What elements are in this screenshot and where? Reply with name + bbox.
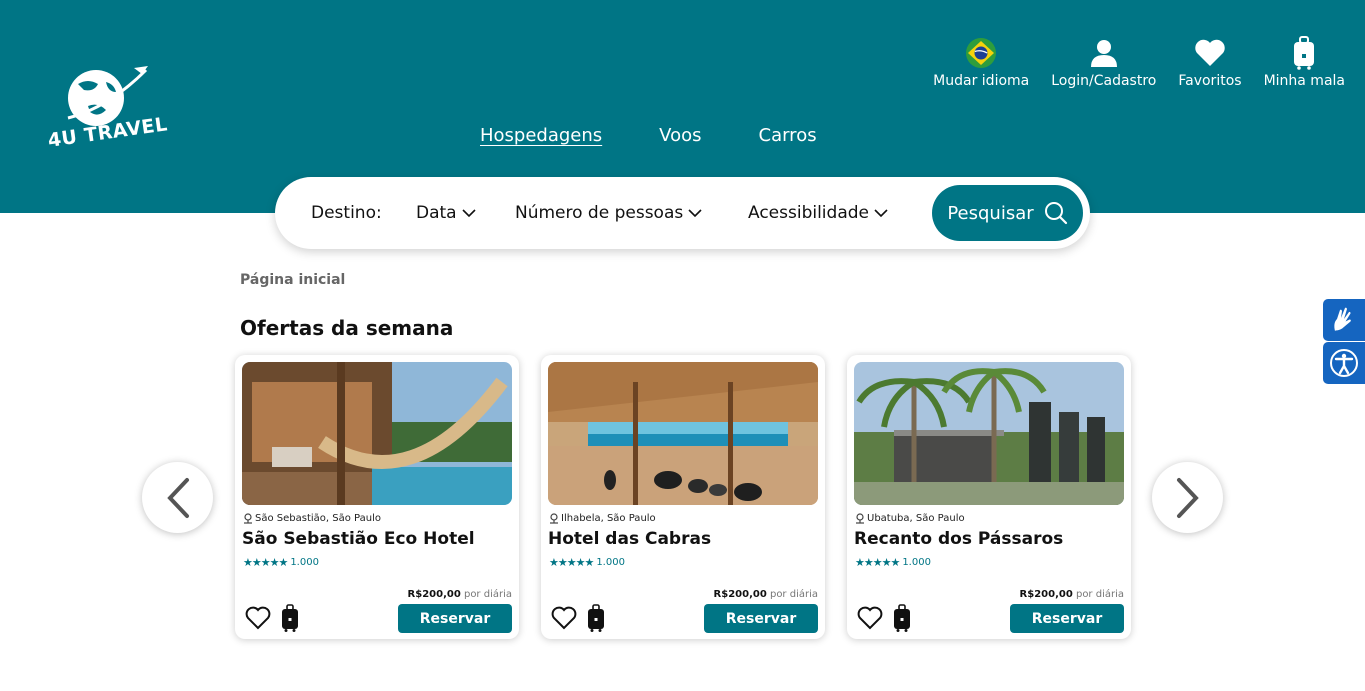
my-luggage-button[interactable]: Minha mala xyxy=(1264,36,1345,89)
accessibility-icon xyxy=(1330,349,1358,377)
brazil-flag-icon xyxy=(966,38,997,68)
date-label: Data xyxy=(416,203,457,223)
hotel-card: Ilhabela, São Paulo Hotel das Cabras ★★★… xyxy=(541,355,825,639)
favorites-button[interactable]: Favoritos xyxy=(1178,36,1242,89)
rating-count: 1.000 xyxy=(290,557,319,568)
luggage-icon xyxy=(1294,36,1315,70)
star-rating-icon: ★★★★★ xyxy=(855,556,900,569)
rating-count: 1.000 xyxy=(596,557,625,568)
price-value: R$200,00 xyxy=(1019,589,1073,600)
people-dropdown[interactable]: Número de pessoas xyxy=(515,177,702,249)
nav-carros[interactable]: Carros xyxy=(759,125,817,146)
sign-language-button[interactable] xyxy=(1323,299,1365,341)
hotel-image[interactable] xyxy=(242,362,512,505)
hotel-rating: ★★★★★ 1.000 xyxy=(855,556,931,569)
card-actions xyxy=(551,604,605,632)
section-title: Ofertas da semana xyxy=(240,316,454,340)
login-button[interactable]: Login/Cadastro xyxy=(1051,36,1156,89)
change-language-label: Mudar idioma xyxy=(933,73,1030,89)
destination-field[interactable]: Destino: xyxy=(311,177,382,249)
star-rating-icon: ★★★★★ xyxy=(549,556,594,569)
location-pin-icon xyxy=(550,513,558,524)
add-to-luggage-icon[interactable] xyxy=(281,604,299,632)
search-button-label: Pesquisar xyxy=(947,202,1034,224)
hotel-name[interactable]: São Sebastião Eco Hotel xyxy=(242,529,475,549)
hotel-location: Ubatuba, São Paulo xyxy=(855,513,965,524)
sign-language-icon xyxy=(1334,307,1351,331)
hotel-location-text: Ilhabela, São Paulo xyxy=(561,513,656,524)
price-period: por diária xyxy=(769,589,818,600)
hotel-name[interactable]: Hotel das Cabras xyxy=(548,529,711,549)
hotel-price: R$200,00 por diária xyxy=(408,589,512,600)
hotel-name[interactable]: Recanto dos Pássaros xyxy=(854,529,1063,549)
search-bar: Destino: Data Número de pessoas Acessibi… xyxy=(275,177,1090,249)
hotel-image[interactable] xyxy=(548,362,818,505)
user-icon xyxy=(1090,40,1117,67)
reserve-button[interactable]: Reservar xyxy=(704,604,818,633)
people-label: Número de pessoas xyxy=(515,203,684,223)
accessibility-label: Acessibilidade xyxy=(748,203,869,223)
hotel-location: São Sebastião, São Paulo xyxy=(243,513,381,524)
change-language-button[interactable]: Mudar idioma xyxy=(933,36,1029,89)
favorite-heart-icon[interactable] xyxy=(857,606,883,630)
reserve-button[interactable]: Reservar xyxy=(1010,604,1124,633)
heart-icon xyxy=(1195,39,1225,66)
top-actions: Mudar idioma Login/Cadastro Favoritos Mi… xyxy=(933,36,1345,89)
chevron-down-icon xyxy=(462,208,476,217)
hotel-location-text: São Sebastião, São Paulo xyxy=(255,513,381,524)
carousel-prev-button[interactable] xyxy=(142,462,213,533)
card-actions xyxy=(245,604,299,632)
brand-logo[interactable]: 4U TRAVEL xyxy=(46,62,169,162)
location-pin-icon xyxy=(244,513,252,524)
chevron-down-icon xyxy=(874,208,888,217)
search-button[interactable]: Pesquisar xyxy=(932,185,1083,241)
favorites-label: Favoritos xyxy=(1178,73,1242,89)
favorite-heart-icon[interactable] xyxy=(245,606,271,630)
hotel-card: Ubatuba, São Paulo Recanto dos Pássaros … xyxy=(847,355,1131,639)
location-pin-icon xyxy=(856,513,864,524)
login-label: Login/Cadastro xyxy=(1051,73,1157,89)
my-luggage-label: Minha mala xyxy=(1263,73,1345,89)
reserve-button[interactable]: Reservar xyxy=(398,604,512,633)
hotel-price: R$200,00 por diária xyxy=(1020,589,1124,600)
add-to-luggage-icon[interactable] xyxy=(587,604,605,632)
date-dropdown[interactable]: Data xyxy=(416,177,476,249)
hotel-image[interactable] xyxy=(854,362,1124,505)
chevron-right-icon xyxy=(1176,477,1199,518)
chevron-left-icon xyxy=(166,477,189,518)
nav-hospedagens[interactable]: Hospedagens xyxy=(480,125,602,146)
hotel-price: R$200,00 por diária xyxy=(714,589,818,600)
price-period: por diária xyxy=(463,589,512,600)
accessibility-dropdown[interactable]: Acessibilidade xyxy=(748,177,888,249)
hotel-location: Ilhabela, São Paulo xyxy=(549,513,656,524)
carousel-next-button[interactable] xyxy=(1152,462,1223,533)
hotel-rating: ★★★★★ 1.000 xyxy=(243,556,319,569)
price-value: R$200,00 xyxy=(407,589,461,600)
rating-count: 1.000 xyxy=(902,557,931,568)
search-icon xyxy=(1044,202,1067,225)
nav-voos[interactable]: Voos xyxy=(659,125,701,146)
hotel-rating: ★★★★★ 1.000 xyxy=(549,556,625,569)
favorite-heart-icon[interactable] xyxy=(551,606,577,630)
chevron-down-icon xyxy=(688,208,702,217)
price-period: por diária xyxy=(1075,589,1124,600)
card-actions xyxy=(857,604,911,632)
accessibility-options-button[interactable] xyxy=(1323,342,1365,384)
star-rating-icon: ★★★★★ xyxy=(243,556,288,569)
price-value: R$200,00 xyxy=(713,589,767,600)
hotel-location-text: Ubatuba, São Paulo xyxy=(867,513,965,524)
breadcrumb[interactable]: Página inicial xyxy=(240,272,345,288)
destination-label: Destino: xyxy=(311,203,382,223)
hotel-card: São Sebastião, São Paulo São Sebastião E… xyxy=(235,355,519,639)
main-nav: Hospedagens Voos Carros xyxy=(480,125,817,146)
add-to-luggage-icon[interactable] xyxy=(893,604,911,632)
